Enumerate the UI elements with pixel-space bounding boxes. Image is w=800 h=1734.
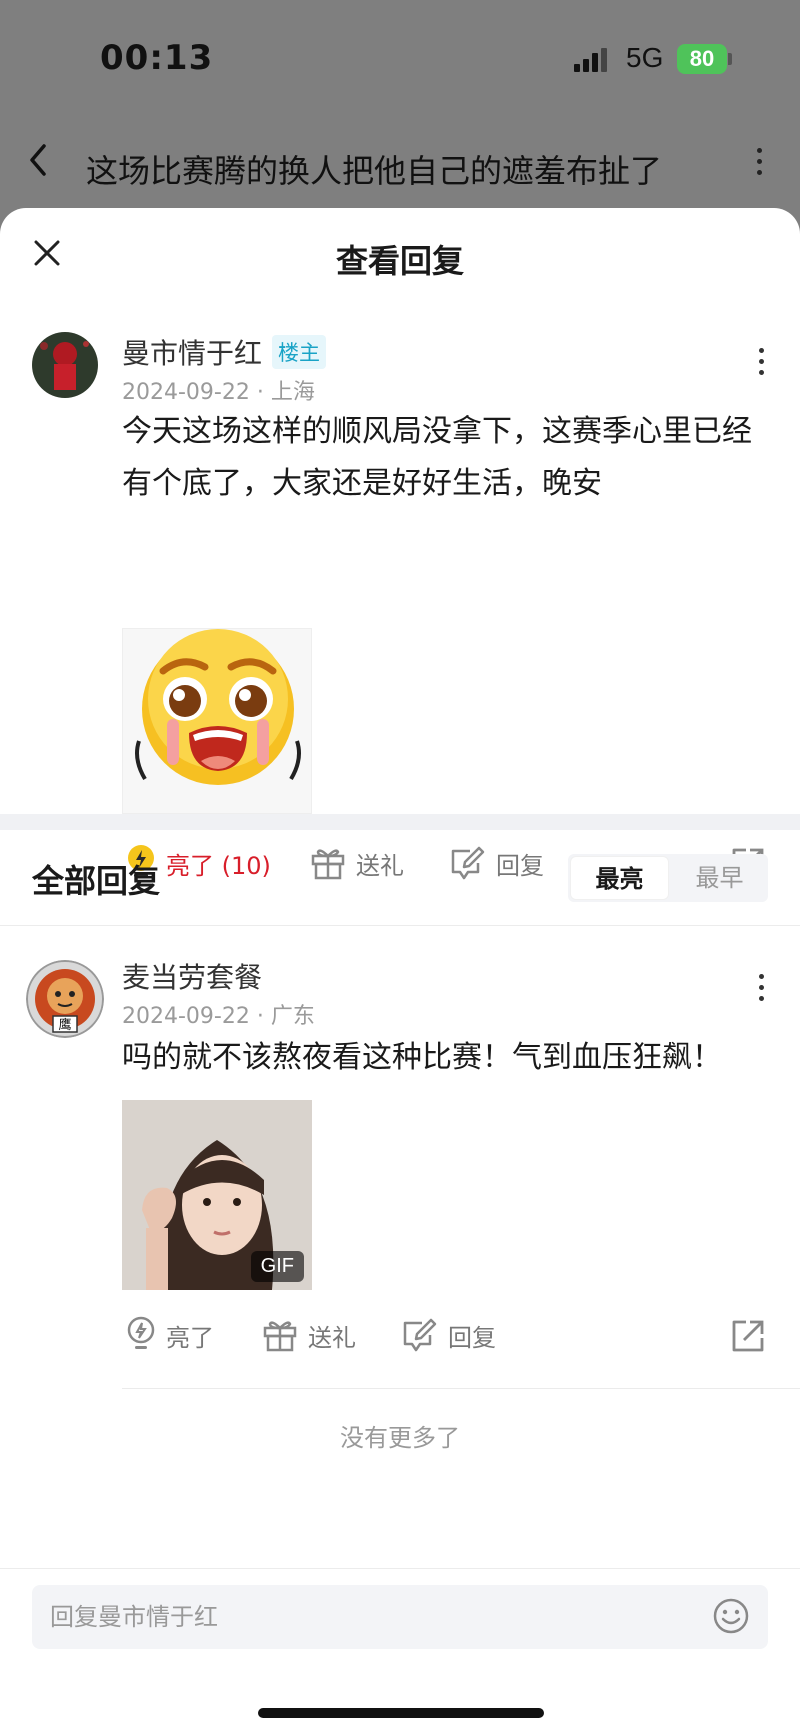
reply-label: 回复 [448,1323,496,1352]
sort-toggle: 最亮 最早 [568,854,768,902]
like-button[interactable]: 亮了 [126,1310,214,1360]
battery-tip [728,53,732,65]
reply-divider [122,1388,800,1389]
reply-meta: 2024-09-22 · 广东 [122,1004,315,1029]
no-more-text: 没有更多了 [340,1424,460,1452]
more-options-icon[interactable] [754,348,768,382]
sort-earliest-tab[interactable]: 最早 [671,854,768,902]
reply-actions: 亮了 送礼 回复 [0,1310,800,1360]
more-options-icon[interactable] [752,148,766,178]
comment-username[interactable]: 曼市情于红 楼主 [122,332,327,372]
home-indicator [258,1708,544,1718]
edit-reply-icon [403,1318,437,1352]
gif-tag: GIF [250,1251,304,1282]
avatar-badge-text: 鹰 [58,1017,71,1033]
back-arrow-icon[interactable] [24,140,54,180]
reply-input[interactable] [32,1585,768,1649]
post-title: 这场比赛腾的换人把他自己的遮羞布扯了 [86,152,663,190]
signal-icon [574,48,608,72]
all-replies-title: 全部回复 [32,862,161,900]
sheet-header: 查看回复 [0,208,800,308]
comment-text: 今天这场这样的顺风局没拿下，这赛季心里已经有个底了，大家还是好好生活，晚安 [122,414,752,501]
reply-text: 吗的就不该熬夜看这种比赛！气到血压狂飙！ [122,1040,722,1075]
op-badge: 楼主 [272,335,327,369]
avatar[interactable] [32,332,98,398]
like-label: 亮了 [166,1323,214,1352]
reply-button[interactable]: 回复 [400,1310,496,1360]
gift-label: 送礼 [308,1323,356,1352]
battery-icon: 80 [677,44,727,74]
avatar[interactable]: 鹰 [26,960,104,1038]
sheet-title: 查看回复 [335,242,464,280]
all-replies-header: 全部回复 最亮 最早 [0,830,800,926]
reply-username[interactable]: 麦当劳套餐 [122,956,262,996]
comment-meta: 2024-09-22 · 上海 [122,380,315,405]
status-bar: 00:13 5G 80 [0,0,800,120]
reply-item: 鹰 麦当劳套餐 2024-09-22 · 广东 吗的就不该熬夜看这种比赛！气到血… [0,926,800,1296]
lightbulb-icon [127,1316,155,1349]
crying-emoji-image[interactable] [122,628,312,814]
more-options-icon[interactable] [754,974,768,1008]
status-time: 00:13 [100,38,214,78]
username-text[interactable]: 曼市情于红 [122,337,262,370]
network-label: 5G [626,42,664,73]
reply-input-bar [0,1568,800,1698]
section-divider [0,814,800,830]
share-icon[interactable] [730,1318,766,1354]
sort-hottest-tab[interactable]: 最亮 [570,856,669,900]
emoji-icon[interactable] [712,1597,750,1635]
post-header: 这场比赛腾的换人把他自己的遮羞布扯了 [0,130,800,200]
gift-button[interactable]: 送礼 [262,1310,356,1360]
gift-icon [263,1321,297,1352]
reply-gif-image[interactable]: GIF [122,1100,312,1290]
reply-sheet: 查看回复 曼市情于红 楼主 2024-09-22 · 上海 今天这场这样的顺风局没… [0,208,800,1734]
